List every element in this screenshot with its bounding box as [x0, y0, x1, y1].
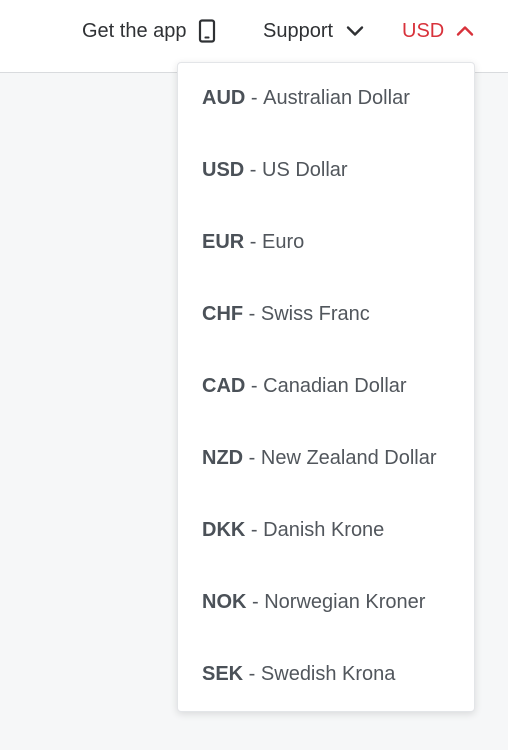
currency-separator: - — [246, 590, 265, 613]
currency-name: New Zealand Dollar — [260, 446, 437, 469]
currency-separator: - — [245, 518, 264, 541]
currency-code: SEK — [202, 662, 244, 685]
currency-selected-label: USD — [402, 19, 445, 42]
currency-code: DKK — [202, 518, 246, 541]
currency-name: Euro — [262, 230, 305, 253]
currency-option-usd[interactable]: USD - US Dollar — [202, 156, 348, 184]
currency-separator: - — [244, 230, 263, 253]
currency-separator: - — [245, 374, 264, 397]
currency-option-eur[interactable]: EUR - Euro — [202, 228, 304, 256]
currency-code: NZD — [202, 446, 244, 469]
currency-option-sek[interactable]: SEK - Swedish Krona — [202, 660, 395, 688]
chevron-up-icon — [456, 25, 474, 37]
currency-option-cad[interactable]: CAD - Canadian Dollar — [202, 372, 407, 400]
currency-name: Canadian Dollar — [263, 374, 407, 397]
currency-name: Norwegian Kroner — [264, 590, 426, 613]
chevron-down-icon — [346, 25, 364, 37]
currency-code: AUD — [202, 86, 246, 109]
currency-name: Australian Dollar — [263, 86, 410, 109]
currency-name: Swedish Krona — [260, 662, 396, 685]
currency-separator: - — [243, 662, 261, 685]
currency-option-aud[interactable]: AUD - Australian Dollar — [202, 84, 410, 112]
currency-name: Swiss Franc — [260, 302, 370, 325]
currency-option-chf[interactable]: CHF - Swiss Franc — [202, 300, 370, 328]
support-menu-toggle[interactable]: Support — [263, 17, 364, 45]
currency-name: Danish Krone — [263, 518, 385, 541]
currency-code: EUR — [202, 230, 245, 253]
currency-separator: - — [244, 158, 263, 181]
get-the-app-label: Get the app — [82, 19, 187, 42]
support-label: Support — [263, 19, 334, 42]
currency-option-dkk[interactable]: DKK - Danish Krone — [202, 516, 384, 544]
currency-separator: - — [243, 302, 261, 325]
currency-code: NOK — [202, 590, 247, 613]
currency-selector[interactable]: USD — [402, 17, 474, 45]
currency-option-nok[interactable]: NOK - Norwegian Kroner — [202, 588, 425, 616]
currency-option-nzd[interactable]: NZD - New Zealand Dollar — [202, 444, 437, 472]
mobile-phone-icon — [198, 19, 216, 43]
get-the-app-link[interactable]: Get the app — [82, 17, 216, 45]
currency-dropdown-menu: AUD - Australian Dollar USD - US Dollar … — [177, 62, 475, 712]
currency-code: USD — [202, 158, 245, 181]
currency-separator: - — [243, 446, 261, 469]
currency-code: CAD — [202, 374, 246, 397]
currency-name: US Dollar — [262, 158, 348, 181]
currency-code: CHF — [202, 302, 244, 325]
currency-separator: - — [245, 86, 264, 109]
